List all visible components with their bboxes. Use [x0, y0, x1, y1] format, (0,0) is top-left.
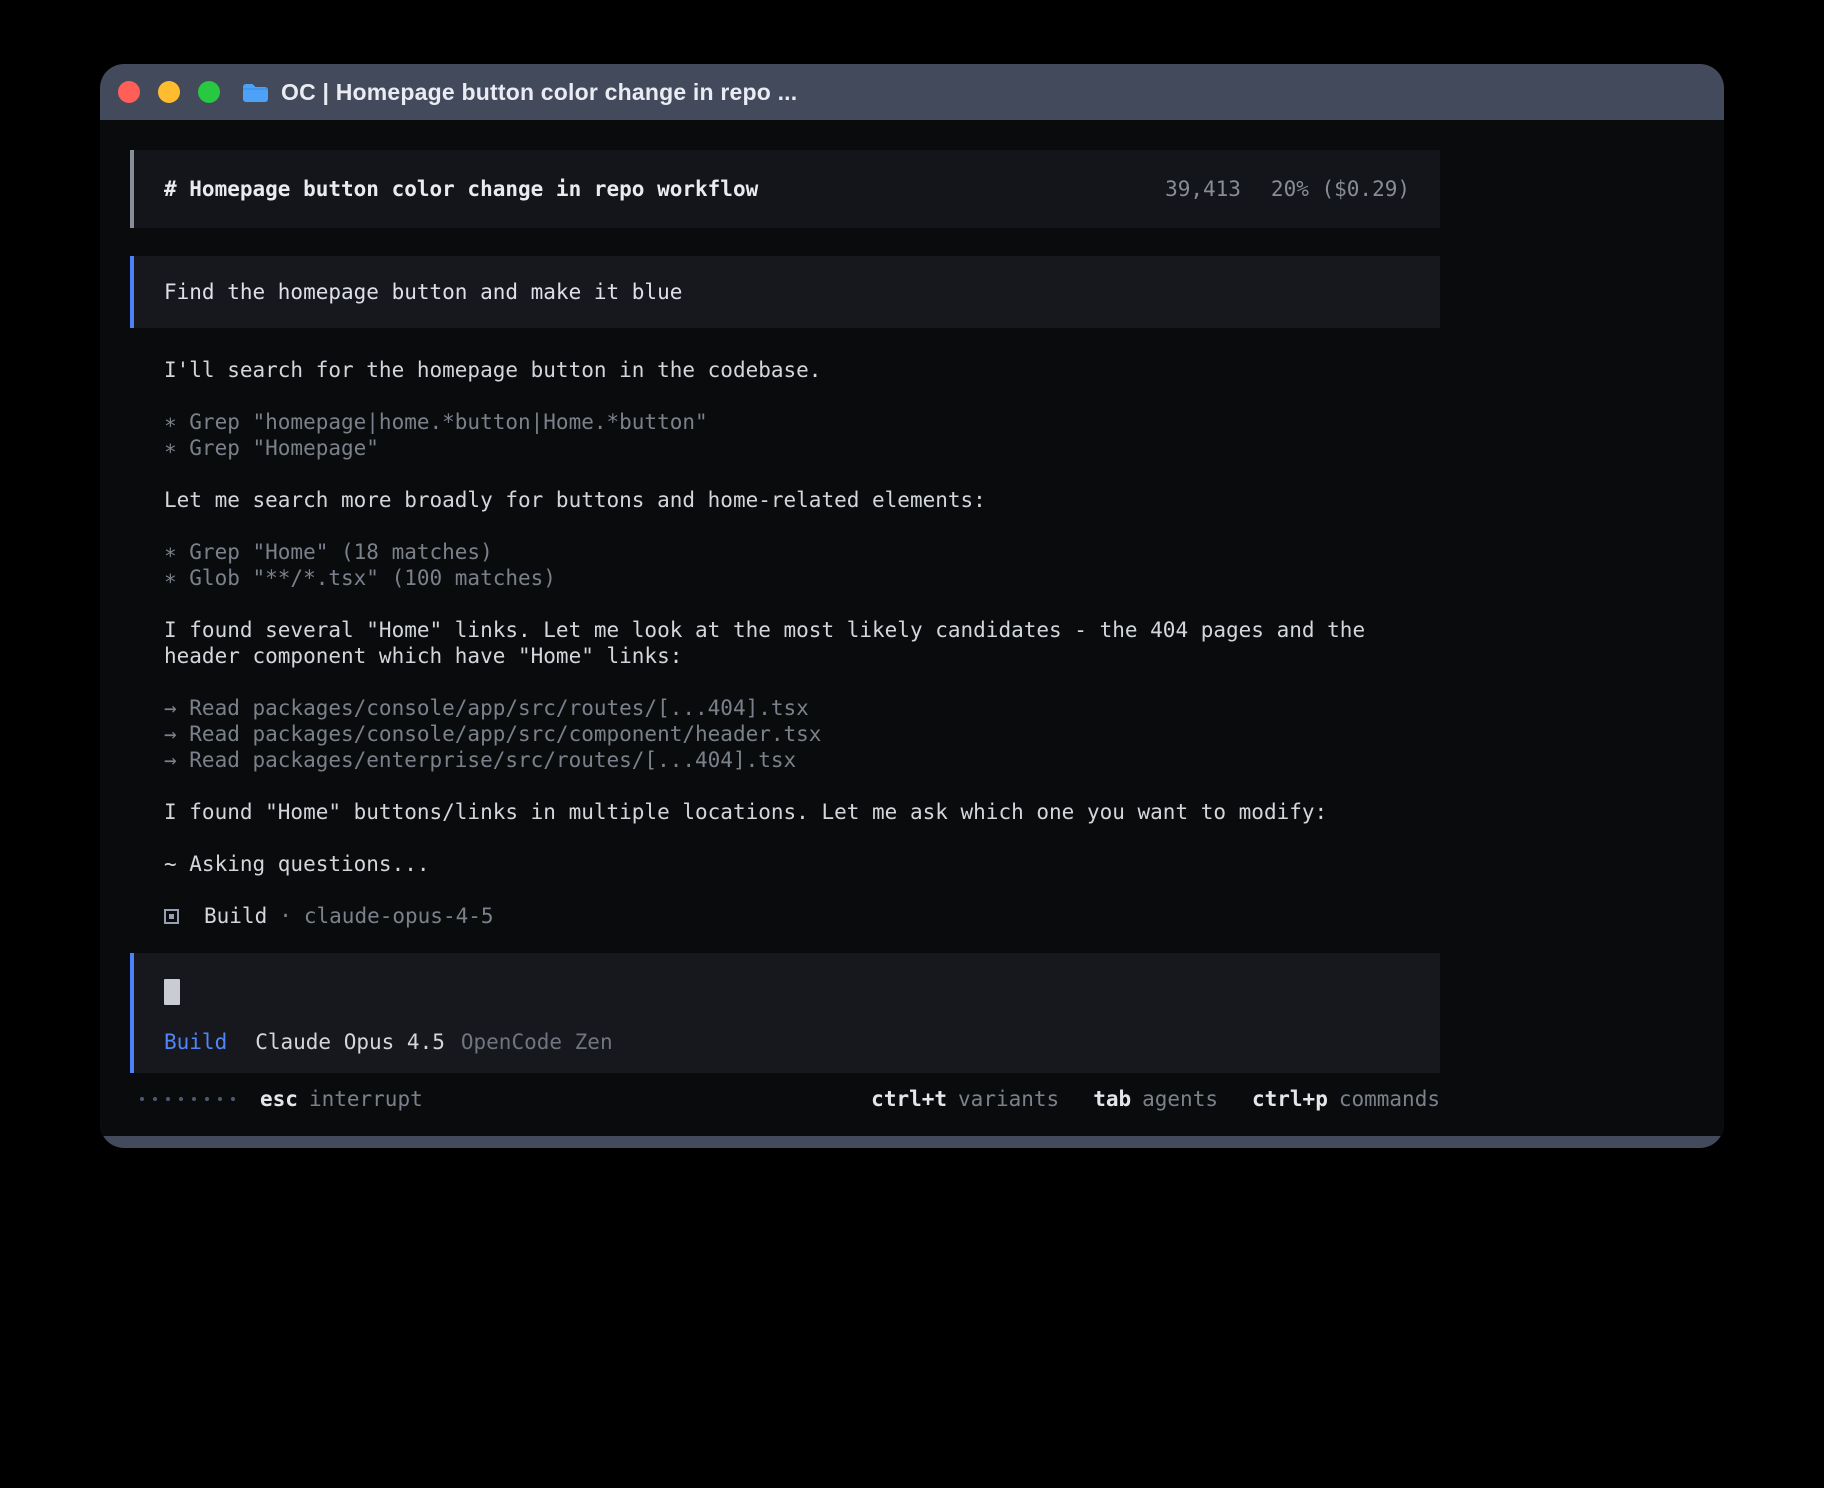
tool-call-line: ∗ Grep "Homepage" [164, 435, 1440, 461]
mode-badge: Build [164, 1029, 227, 1055]
status-bar-left: esc interrupt [140, 1086, 423, 1112]
user-message-text: Find the homepage button and make it blu… [164, 279, 682, 305]
status-bar-right: ctrl+t variants tab agents ctrl+p comman… [871, 1086, 1440, 1112]
session-stats: 39,413 20% ($0.29) [1165, 176, 1410, 202]
keybind-key: ctrl+p [1252, 1086, 1328, 1112]
close-button[interactable] [118, 81, 140, 103]
keybind-label: agents [1142, 1086, 1218, 1112]
titlebar-title-group: OC | Homepage button color change in rep… [242, 79, 797, 106]
minimize-button[interactable] [158, 81, 180, 103]
keybind-key: tab [1093, 1086, 1131, 1112]
status-bar: esc interrupt ctrl+t variants tab agents… [130, 1086, 1440, 1112]
keybind-interrupt: esc interrupt [260, 1086, 423, 1112]
agent-name: Build [204, 903, 267, 929]
tool-call-line: ∗ Grep "Home" (18 matches) [164, 539, 1440, 565]
keybind-variants: ctrl+t variants [871, 1086, 1059, 1112]
tool-call-line: → Read packages/console/app/src/routes/[… [164, 695, 1440, 721]
session-title: # Homepage button color change in repo w… [164, 176, 758, 202]
traffic-lights [118, 81, 220, 103]
input-meta: Build Claude Opus 4.5 OpenCode Zen [164, 1029, 1410, 1055]
assistant-text: Let me search more broadly for buttons a… [164, 487, 1440, 513]
agent-icon [164, 909, 179, 924]
assistant-response: I'll search for the homepage button in t… [164, 357, 1440, 929]
session-header: # Homepage button color change in repo w… [130, 150, 1440, 228]
keybind-label: interrupt [309, 1086, 423, 1112]
agent-model: claude-opus-4-5 [304, 903, 494, 929]
terminal-window: OC | Homepage button color change in rep… [100, 64, 1724, 1148]
tool-call-line: ∗ Glob "**/*.tsx" (100 matches) [164, 565, 1440, 591]
keybind-label: commands [1339, 1086, 1440, 1112]
assistant-status-text: ~ Asking questions... [164, 851, 1440, 877]
model-label: Claude Opus 4.5 [255, 1029, 445, 1055]
assistant-text: I'll search for the homepage button in t… [164, 357, 1440, 383]
assistant-text: header component which have "Home" links… [164, 643, 1440, 669]
prompt-input[interactable]: Build Claude Opus 4.5 OpenCode Zen [130, 953, 1440, 1073]
keybind-agents: tab agents [1093, 1086, 1218, 1112]
user-message: Find the homepage button and make it blu… [130, 256, 1440, 328]
keybind-label: variants [958, 1086, 1059, 1112]
tool-call-line: ∗ Grep "homepage|home.*button|Home.*butt… [164, 409, 1440, 435]
text-cursor [164, 979, 180, 1005]
terminal-content: # Homepage button color change in repo w… [100, 120, 1724, 1136]
provider-label: OpenCode Zen [461, 1029, 613, 1055]
token-count: 39,413 [1165, 176, 1241, 202]
agent-status-line: Build · claude-opus-4-5 [164, 903, 1440, 929]
keybind-commands: ctrl+p commands [1252, 1086, 1440, 1112]
context-cost: 20% ($0.29) [1271, 176, 1410, 202]
keybind-key: esc [260, 1086, 298, 1112]
assistant-text: I found "Home" buttons/links in multiple… [164, 799, 1440, 825]
window-titlebar[interactable]: OC | Homepage button color change in rep… [100, 64, 1724, 120]
window-title: OC | Homepage button color change in rep… [281, 79, 797, 106]
assistant-text: I found several "Home" links. Let me loo… [164, 617, 1440, 643]
tool-call-line: → Read packages/enterprise/src/routes/[.… [164, 747, 1440, 773]
zoom-button[interactable] [198, 81, 220, 103]
agent-separator: · [279, 903, 292, 929]
keybind-key: ctrl+t [871, 1086, 947, 1112]
tool-call-line: → Read packages/console/app/src/componen… [164, 721, 1440, 747]
progress-dots [140, 1097, 235, 1101]
folder-icon [242, 82, 269, 103]
